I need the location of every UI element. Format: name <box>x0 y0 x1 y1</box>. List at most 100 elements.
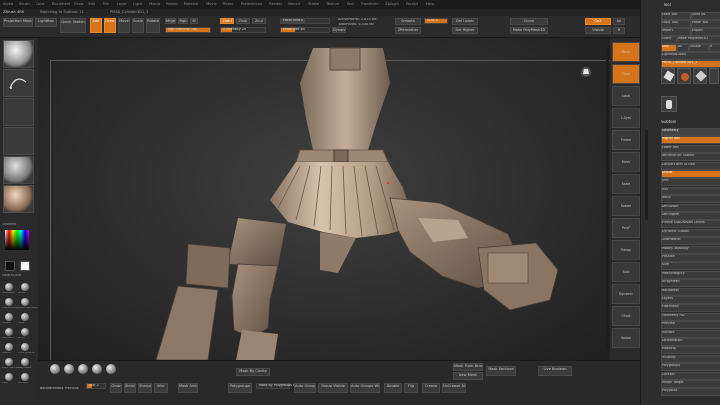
mesh-from-brush-button[interactable]: Mesh From Brush <box>453 363 483 371</box>
tool-item-smt[interactable]: Smt <box>661 178 720 187</box>
tool-item-preview[interactable]: Preview <box>661 321 720 330</box>
primary-color-swatch[interactable] <box>20 261 30 271</box>
tool-item-polypaint[interactable]: Polypaint <box>661 388 720 397</box>
menu-item-tool[interactable]: Tool <box>347 2 354 6</box>
mask-by-polygroups-slider[interactable]: Mask By Polygroups 0 <box>256 383 295 389</box>
draw-size-slider[interactable]: Draw Size 64 <box>280 27 330 33</box>
tp-goz-button[interactable]: GoZ <box>661 44 677 52</box>
visible-button[interactable]: Visible <box>585 27 611 34</box>
menu-item-movie[interactable]: Movie <box>206 2 217 6</box>
make-polymesh-button[interactable]: Make PolyMesh3D <box>510 27 548 34</box>
load-tool-button[interactable]: Load Tool <box>661 12 691 20</box>
brush-hpolish-icon[interactable] <box>5 313 13 321</box>
brush-claytubes-icon[interactable] <box>21 358 29 366</box>
tool-item-suv[interactable]: Suv <box>661 186 720 195</box>
rgb-button[interactable]: Rgb <box>178 18 188 24</box>
tool-item-polygroups[interactable]: Polygroups <box>661 363 720 372</box>
paste-tool-button[interactable]: Paste Tool <box>691 20 720 28</box>
menu-item-file[interactable]: File <box>103 2 109 6</box>
tool-item-dynamic-subdiv[interactable]: Dynamic Subdiv <box>661 228 720 237</box>
auto-groups-uv-button[interactable]: Auto Groups With UV <box>350 383 380 393</box>
menu-item-color[interactable]: Color <box>36 2 45 6</box>
z-intensity-slider[interactable]: Z Intensity 25 <box>220 27 266 33</box>
tool-item-higher-res[interactable]: Higher Res <box>661 136 720 145</box>
menu-item-help[interactable]: Help <box>426 2 434 6</box>
menu-item-texture[interactable]: Texture <box>326 2 339 6</box>
zadd-button[interactable]: Zadd <box>220 18 234 24</box>
menu-item-transform[interactable]: Transform <box>361 2 379 6</box>
brush-move-icon[interactable] <box>21 283 29 291</box>
zremesher-button[interactable]: ZRemesher <box>395 27 421 34</box>
tool-item-del-higher[interactable]: Del Higher <box>661 212 720 220</box>
blur-slider[interactable]: Blur 2 <box>86 383 106 389</box>
uncrease-all-button[interactable]: UnCrease All <box>442 383 466 393</box>
sdiv-slider[interactable]: SDiv 5 <box>424 18 448 24</box>
viewport-scrollbar[interactable] <box>606 48 609 348</box>
tool-item-lower-res[interactable]: Lower Res <box>661 144 720 153</box>
tool-item-geometry[interactable]: Geometry <box>661 128 720 136</box>
m-button[interactable]: M <box>190 18 198 24</box>
group-visible-button[interactable]: Group Visible <box>318 383 348 393</box>
tp-visible-button[interactable]: Visible <box>689 44 709 52</box>
goz-button[interactable]: GoZ <box>585 18 611 25</box>
copy-tool-button[interactable]: Copy Tool <box>661 20 691 28</box>
tool-item-zremesher[interactable]: ZRemesher <box>661 237 720 246</box>
document-canvas[interactable] <box>38 38 610 360</box>
brush-dam-standard-icon[interactable] <box>5 358 13 366</box>
menu-item-document[interactable]: Document <box>52 2 71 6</box>
tool-thumb-4[interactable] <box>709 68 719 84</box>
mrgb-button[interactable]: Mrgb <box>165 18 176 24</box>
tool-thumb-3[interactable] <box>693 68 707 84</box>
tool-item-surface[interactable]: Surface <box>661 329 720 338</box>
tool-item-convert-bpr-to-geo[interactable]: Convert BPR To Geo <box>661 161 720 170</box>
texture-off-tile[interactable] <box>3 127 34 155</box>
brush-inflat-icon[interactable] <box>21 313 29 321</box>
brush-standard-icon[interactable] <box>5 328 13 336</box>
alpha-off-tile[interactable] <box>3 98 34 126</box>
projection-master-button[interactable]: Projection Master <box>3 18 33 27</box>
dynamic-button[interactable]: Dynamic <box>332 27 346 33</box>
crease-button[interactable]: Crease <box>422 383 440 393</box>
lightbox-button[interactable]: LightBox <box>35 18 57 27</box>
tool-thumb-2[interactable] <box>677 68 691 84</box>
quick-sketch-button[interactable]: Quick Sketch <box>60 18 86 33</box>
auto-groups-button[interactable]: Auto Groups <box>294 383 316 393</box>
brush-slot-3-icon[interactable] <box>78 364 88 374</box>
mask-by-cavity-button[interactable]: Mask By Cavity <box>236 368 270 376</box>
shelf-rotate-button[interactable]: Rotate <box>612 196 640 216</box>
grow-button[interactable]: Grow <box>110 383 122 393</box>
tool-item-arraymesh[interactable]: ArrayMesh <box>661 279 720 288</box>
live-boolean-button[interactable]: Live Boolean <box>538 366 572 376</box>
shelf-local-button[interactable]: Local <box>612 86 640 106</box>
menu-item-draw[interactable]: Draw <box>74 2 83 6</box>
current-tool-slider[interactable]: PM3D_Cylinder3D1_3 <box>661 60 720 68</box>
tool-thumb-1[interactable] <box>661 68 675 84</box>
brush-clay-icon[interactable] <box>5 373 13 381</box>
mask-ambient-button[interactable]: Mask Ambient Occlusion <box>178 383 198 393</box>
matcap-gray-tile[interactable] <box>3 156 34 184</box>
tool-item-freeze-subdivision-levels[interactable]: Freeze SubDivision Levels <box>661 220 720 229</box>
scale-button[interactable]: Scale <box>132 18 144 33</box>
menu-item-stroke[interactable]: Stroke <box>308 2 319 6</box>
shelf-persp-button[interactable]: Persp <box>612 42 640 62</box>
menu-item-picker[interactable]: Picker <box>222 2 233 6</box>
tool-item-geometry-hd[interactable]: Geometry HD <box>661 312 720 321</box>
tp-make-polymesh-button[interactable]: Make PolyMesh3D <box>677 36 720 44</box>
shelf-xpose-button[interactable]: Xpose <box>612 328 640 348</box>
tool-item-meshintegrity[interactable]: MeshIntegrity <box>661 270 720 279</box>
material-tile[interactable] <box>3 185 34 213</box>
shelf-floor-button[interactable]: Floor <box>612 64 640 84</box>
sharpen-button[interactable]: Sharpen <box>138 383 152 393</box>
menu-item-material[interactable]: Material <box>184 2 199 6</box>
tp-clone-button[interactable]: Clone <box>661 36 677 44</box>
all-button[interactable]: All <box>613 18 625 25</box>
brush-standard-tile[interactable] <box>3 40 34 68</box>
double-button[interactable]: Double <box>384 383 402 393</box>
tool-item-position[interactable]: Position <box>661 254 720 262</box>
tp-r-button[interactable]: R <box>709 44 720 52</box>
blur-button[interactable]: Blur <box>154 383 168 393</box>
rotate-button[interactable]: Rotate <box>146 18 160 33</box>
menu-item-light[interactable]: Light <box>133 2 142 6</box>
shelf-dynamic-button[interactable]: Dynamic <box>612 284 640 304</box>
shelf-move-button[interactable]: Move <box>612 152 640 172</box>
